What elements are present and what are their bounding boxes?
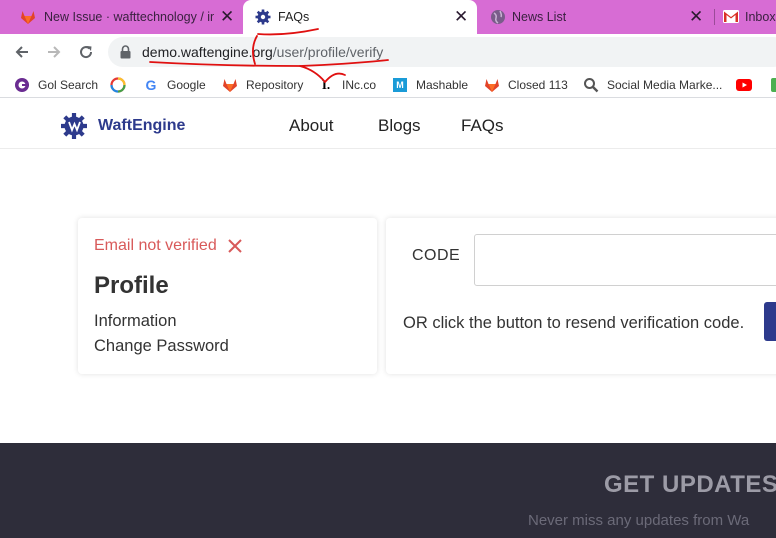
mashable-icon: M [392, 77, 408, 93]
resend-code-button[interactable] [764, 302, 776, 341]
tab-title: New Issue · wafttechnology / inf [44, 10, 214, 24]
close-icon[interactable]: ✕ [220, 8, 234, 25]
code-label: CODE [412, 247, 461, 264]
gitlab-icon [20, 9, 36, 28]
site-logo[interactable]: WaftEngine [60, 112, 185, 140]
magnifier-icon [583, 77, 599, 93]
bookmark-repository[interactable]: Repository [222, 76, 303, 94]
browser-tab-strip: New Issue · wafttechnology / inf ✕ FAQs … [0, 0, 776, 34]
nav-faqs[interactable]: FAQs [461, 116, 504, 136]
tab-title: FAQs [278, 10, 310, 24]
bookmark-opera[interactable] [110, 76, 134, 94]
bookmarks-bar: Gol Search G Google Repository I. INc.co… [0, 70, 776, 98]
tab-inbox[interactable]: Inbox [716, 0, 776, 34]
bookmark-label: INc.co [342, 78, 377, 92]
arrow-right-icon [48, 46, 61, 58]
alert-text: Email not verified [94, 237, 217, 254]
browser-toolbar: demo.waftengine.org/user/profile/verify [0, 34, 776, 70]
verify-card: CODE OR click the button to resend verif… [386, 218, 776, 374]
close-icon[interactable] [227, 238, 243, 254]
url-path: /user/profile/verify [272, 44, 384, 60]
bookmark-social-media[interactable]: Social Media Marke... [583, 76, 722, 94]
bookmark-label: Google [167, 78, 206, 92]
inc-icon: I. [321, 77, 331, 92]
gmail-icon [723, 10, 739, 26]
gitlab-icon [484, 77, 500, 93]
arrow-left-icon [15, 46, 28, 58]
profile-sidebar-card: Email not verified Profile Information C… [78, 218, 377, 374]
nav-about[interactable]: About [289, 116, 333, 136]
back-button[interactable] [10, 40, 34, 64]
close-icon[interactable]: ✕ [454, 8, 468, 25]
reload-button[interactable] [74, 40, 98, 64]
url-text: demo.waftengine.org/user/profile/verify [142, 44, 383, 60]
tab-new-issue[interactable]: New Issue · wafttechnology / inf ✕ [0, 0, 242, 34]
email-not-verified-alert: Email not verified [94, 237, 243, 255]
waftengine-gear-icon [255, 9, 271, 28]
bookmark-label: Gol Search [38, 78, 99, 92]
bookmark-closed-113[interactable]: Closed 113 [484, 76, 568, 94]
lock-icon [120, 45, 131, 64]
bookmark-inc[interactable]: I. INc.co [318, 76, 376, 94]
brand-name: WaftEngine [98, 117, 186, 134]
bookmark-label: Social Media Marke... [607, 78, 723, 92]
tab-separator [714, 9, 715, 25]
tab-title: News List [512, 10, 567, 24]
google-icon: G [145, 77, 157, 93]
site-footer: GET UPDATES Never miss any updates from … [0, 443, 776, 538]
bookmark-label: Closed 113 [508, 78, 568, 92]
bookmark-youtube[interactable] [736, 76, 760, 94]
waftengine-gear-icon [61, 113, 87, 139]
extension-icon [768, 77, 776, 93]
bookmark-google[interactable]: G Google [143, 76, 206, 94]
tab-title: Inbox [745, 10, 776, 24]
footer-subtitle: Never miss any updates from Wa [528, 512, 750, 529]
site-header: WaftEngine About Blogs FAQs [0, 102, 776, 149]
bookmark-label: Repository [246, 78, 304, 92]
bookmark-mashable[interactable]: M Mashable [392, 76, 468, 94]
address-bar[interactable]: demo.waftengine.org/user/profile/verify [108, 37, 776, 67]
tab-faqs[interactable]: FAQs ✕ [243, 0, 477, 34]
bookmark-label: Mashable [416, 78, 469, 92]
reload-icon [80, 46, 93, 59]
globe-icon [490, 9, 506, 28]
opera-icon [110, 77, 126, 93]
bookmark-extra[interactable] [768, 76, 776, 94]
profile-link-change-password[interactable]: Change Password [94, 337, 229, 356]
verification-code-input[interactable] [474, 234, 776, 286]
close-icon[interactable]: ✕ [689, 8, 703, 25]
bookmark-gol-search[interactable]: Gol Search [14, 76, 98, 94]
profile-heading: Profile [94, 272, 169, 299]
tab-news-list[interactable]: News List ✕ [478, 0, 714, 34]
gol-search-icon [14, 77, 30, 93]
forward-button[interactable] [42, 40, 66, 64]
resend-instructions: OR click the button to resend verificati… [403, 314, 745, 332]
nav-blogs[interactable]: Blogs [378, 116, 421, 136]
url-host: demo.waftengine.org [142, 44, 273, 60]
youtube-icon [736, 77, 752, 93]
profile-link-information[interactable]: Information [94, 312, 177, 331]
footer-title: GET UPDATES [604, 471, 776, 498]
gitlab-icon [222, 77, 238, 93]
